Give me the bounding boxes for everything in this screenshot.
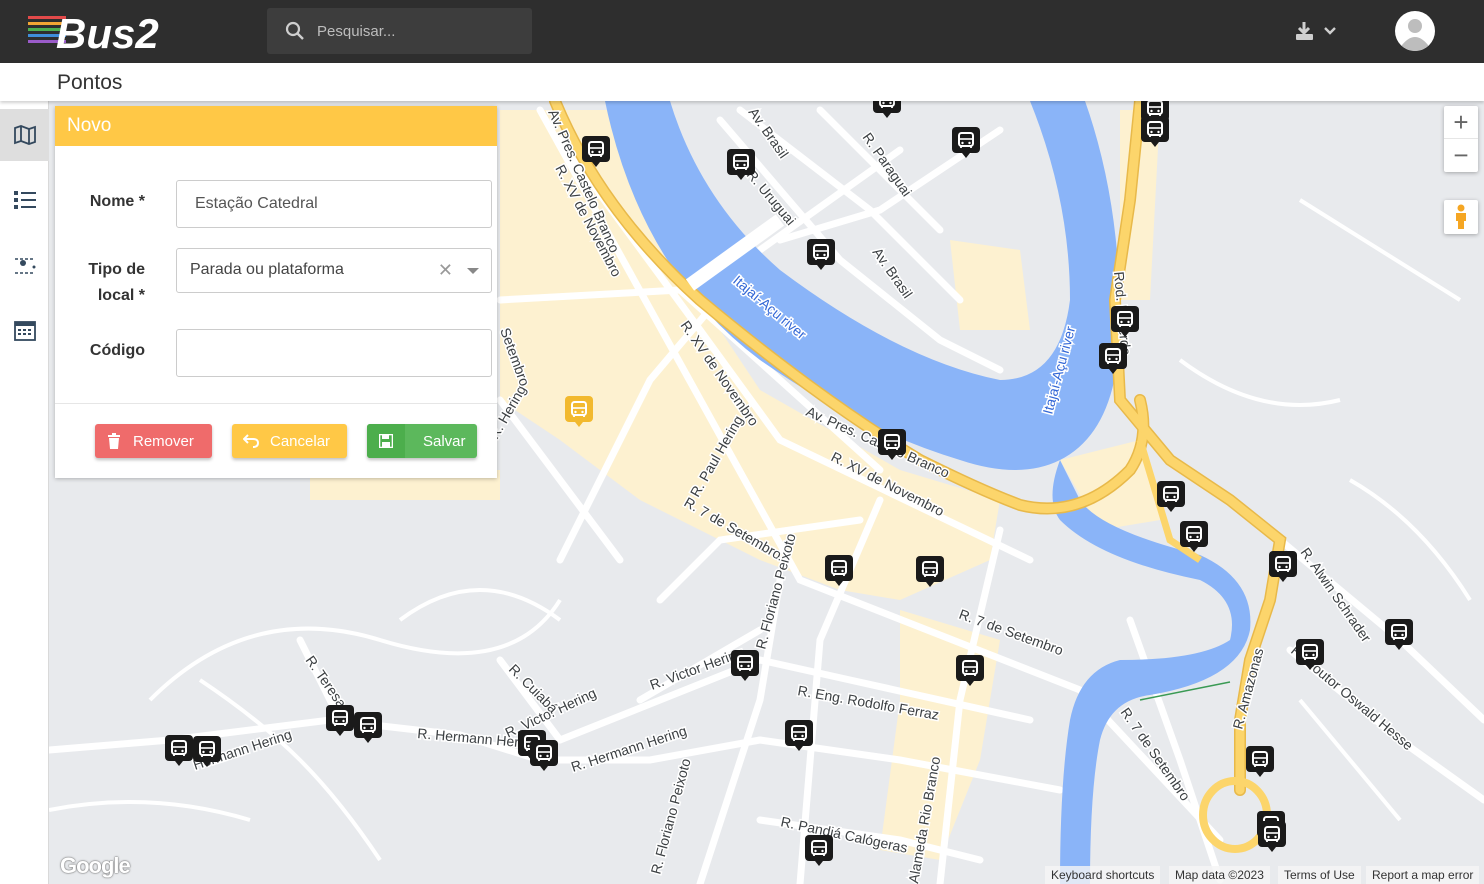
top-bar: Bus2 [0, 0, 1484, 63]
page-title: Pontos [57, 71, 123, 94]
remove-button[interactable]: Remover [95, 424, 212, 458]
cancel-button[interactable]: Cancelar [232, 424, 347, 458]
list-icon [13, 191, 36, 209]
search-icon [285, 21, 304, 40]
panel-header: Novo [55, 106, 497, 146]
map-data-text: Map data ©2023 [1169, 866, 1270, 884]
name-input[interactable] [177, 181, 491, 227]
zoom-in-button[interactable]: + [1444, 106, 1478, 139]
google-logo: Google [60, 853, 131, 878]
cancel-button-label: Cancelar [270, 432, 331, 450]
divider [55, 403, 497, 404]
terms-link[interactable]: Terms of Use [1278, 866, 1361, 884]
zoom-out-button[interactable]: − [1444, 139, 1478, 172]
type-label-line2: local * [97, 287, 145, 304]
new-stop-panel: Novo Nome * Tipo de local * Parada ou pl… [55, 106, 497, 478]
calendar-icon [13, 321, 36, 341]
page-header: Pontos [0, 63, 1484, 101]
clear-icon[interactable]: ✕ [438, 260, 453, 281]
name-label: Nome * [89, 193, 145, 210]
undo-icon [232, 424, 270, 458]
search-box[interactable] [267, 8, 532, 54]
download-icon[interactable] [1295, 19, 1341, 43]
save-button[interactable]: Salvar [367, 424, 477, 458]
trash-icon [95, 424, 133, 458]
street-view-button[interactable] [1444, 200, 1478, 234]
search-input[interactable] [317, 8, 527, 54]
save-button-label: Salvar [423, 432, 466, 450]
chevron-down-icon [1324, 27, 1336, 35]
remove-button-label: Remover [133, 432, 194, 450]
report-error-link[interactable]: Report a map error [1366, 866, 1480, 884]
code-input[interactable] [177, 330, 491, 376]
zoom-control: + − [1444, 106, 1478, 172]
keyboard-shortcuts-link[interactable]: Keyboard shortcuts [1045, 866, 1161, 884]
map-icon [13, 125, 36, 145]
name-field[interactable] [176, 180, 492, 228]
logo-text: Bus2 [56, 10, 159, 54]
code-label: Código [89, 342, 145, 359]
sidebar-item-list[interactable] [0, 174, 49, 226]
sidebar-item-routes[interactable] [0, 239, 49, 291]
save-icon [367, 424, 405, 458]
sidebar [0, 101, 49, 884]
route-icon [14, 258, 35, 274]
user-avatar[interactable] [1395, 11, 1435, 51]
bus2-logo[interactable]: Bus2 [28, 10, 178, 54]
type-select[interactable]: Parada ou plataforma ✕ [176, 248, 492, 293]
user-icon [1402, 19, 1428, 51]
code-field[interactable] [176, 329, 492, 377]
type-select-value: Parada ou plataforma [190, 261, 344, 278]
chevron-down-icon[interactable] [467, 268, 479, 274]
type-label-line1: Tipo de [88, 261, 145, 278]
sidebar-item-map[interactable] [0, 109, 49, 161]
pegman-icon [1456, 204, 1466, 229]
sidebar-item-calendar[interactable] [0, 304, 49, 356]
